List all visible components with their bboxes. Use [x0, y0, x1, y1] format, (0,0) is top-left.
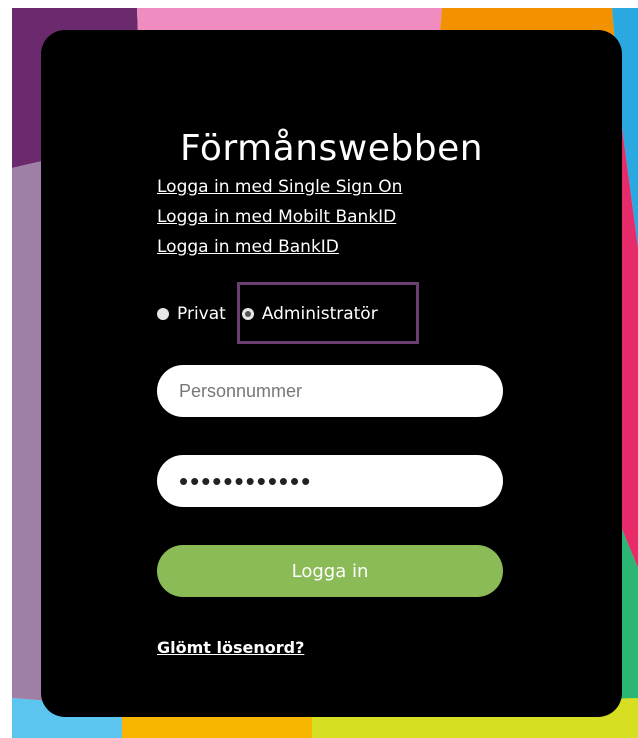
password-input[interactable] — [157, 455, 503, 507]
link-mobilt-bankid[interactable]: Logga in med Mobilt BankID — [157, 206, 402, 236]
link-bankid[interactable]: Logga in med BankID — [157, 236, 402, 266]
page-title: Förmånswebben — [179, 128, 484, 169]
radio-privat[interactable]: Privat — [157, 304, 226, 324]
login-links: Logga in med Single Sign On Logga in med… — [157, 176, 402, 266]
link-single-sign-on[interactable]: Logga in med Single Sign On — [157, 176, 402, 206]
login-button[interactable]: Logga in — [157, 545, 503, 597]
login-card: Förmånswebben Logga in med Single Sign O… — [41, 30, 622, 717]
forgot-password-link[interactable]: Glömt lösenord? — [157, 638, 304, 657]
personnummer-input[interactable] — [157, 365, 503, 417]
radio-administrator[interactable]: Administratör — [241, 304, 378, 324]
radio-administrator-dot[interactable] — [241, 308, 254, 320]
user-type-radio-group: Privat Administratör — [157, 302, 378, 326]
radio-privat-dot[interactable] — [157, 308, 169, 320]
radio-administrator-label: Administratör — [261, 304, 378, 324]
radio-privat-label: Privat — [177, 304, 226, 324]
